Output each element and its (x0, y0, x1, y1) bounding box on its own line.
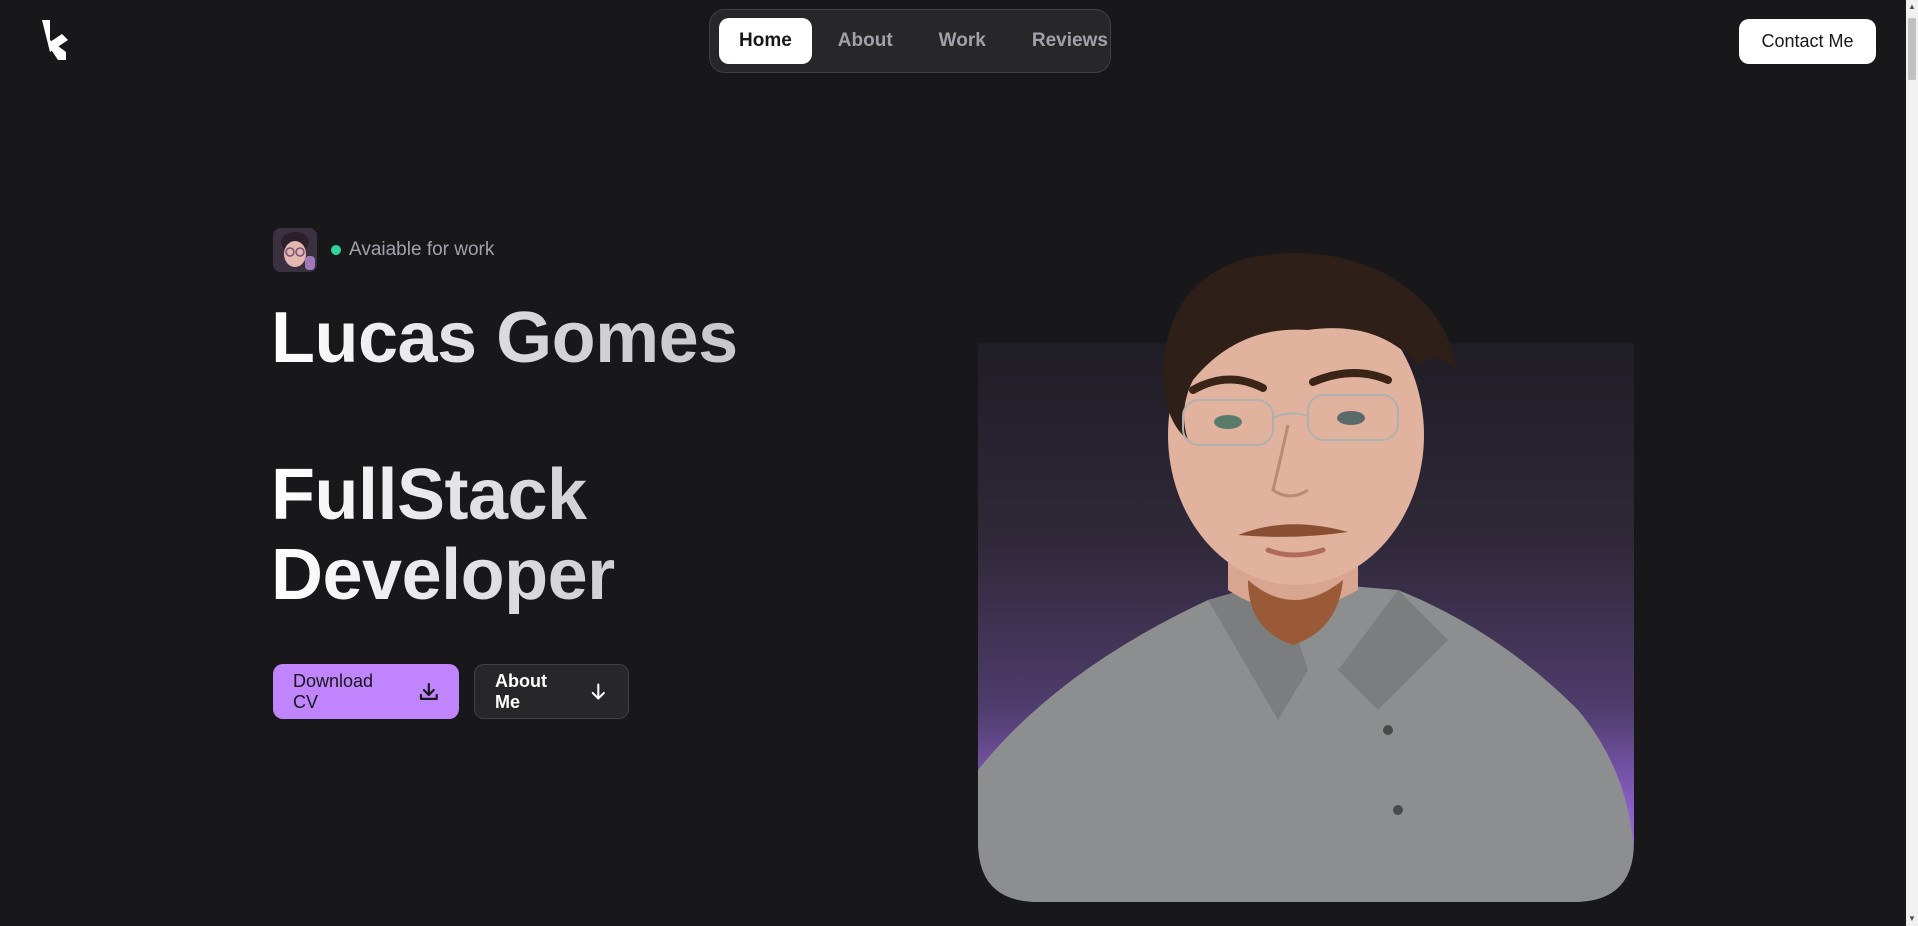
download-icon (420, 682, 439, 700)
status-text: Avaiable for work (349, 239, 495, 260)
arrow-down-icon (592, 683, 606, 700)
nav-item-about[interactable]: About (818, 18, 913, 64)
k-logo-icon[interactable] (40, 18, 70, 62)
hero-actions: Download CV About Me (273, 664, 629, 719)
contact-me-button[interactable]: Contact Me (1739, 19, 1876, 64)
hero-role-line2: Developer (271, 535, 615, 615)
scroll-down-icon[interactable]: ▼ (1906, 912, 1918, 926)
nav-item-work[interactable]: Work (919, 18, 1006, 64)
nav-item-reviews[interactable]: Reviews (1012, 18, 1128, 64)
availability-status: Avaiable for work (273, 228, 494, 272)
page-scrollbar[interactable]: ▲ ▼ (1906, 0, 1918, 926)
avatar-image (273, 228, 317, 272)
avatar (273, 228, 317, 272)
portrait-image (978, 253, 1634, 902)
scrollbar-thumb[interactable] (1908, 18, 1916, 80)
status-dot (331, 245, 341, 255)
download-cv-label: Download CV (293, 670, 374, 712)
nav-item-home[interactable]: Home (719, 18, 812, 64)
scroll-up-icon[interactable]: ▲ (1906, 0, 1918, 14)
main-nav: Home About Work Reviews (709, 9, 1111, 73)
portfolio-page: Home About Work Reviews Contact Me Avaia… (0, 0, 1918, 926)
download-cv-button[interactable]: Download CV (273, 664, 459, 719)
hero-role: FullStack Developer (271, 455, 771, 615)
about-me-button[interactable]: About Me (474, 664, 629, 719)
hero-role-line1: FullStack (271, 455, 587, 535)
hero-name: Lucas Gomes (271, 298, 738, 378)
about-me-label: About Me (495, 670, 547, 712)
